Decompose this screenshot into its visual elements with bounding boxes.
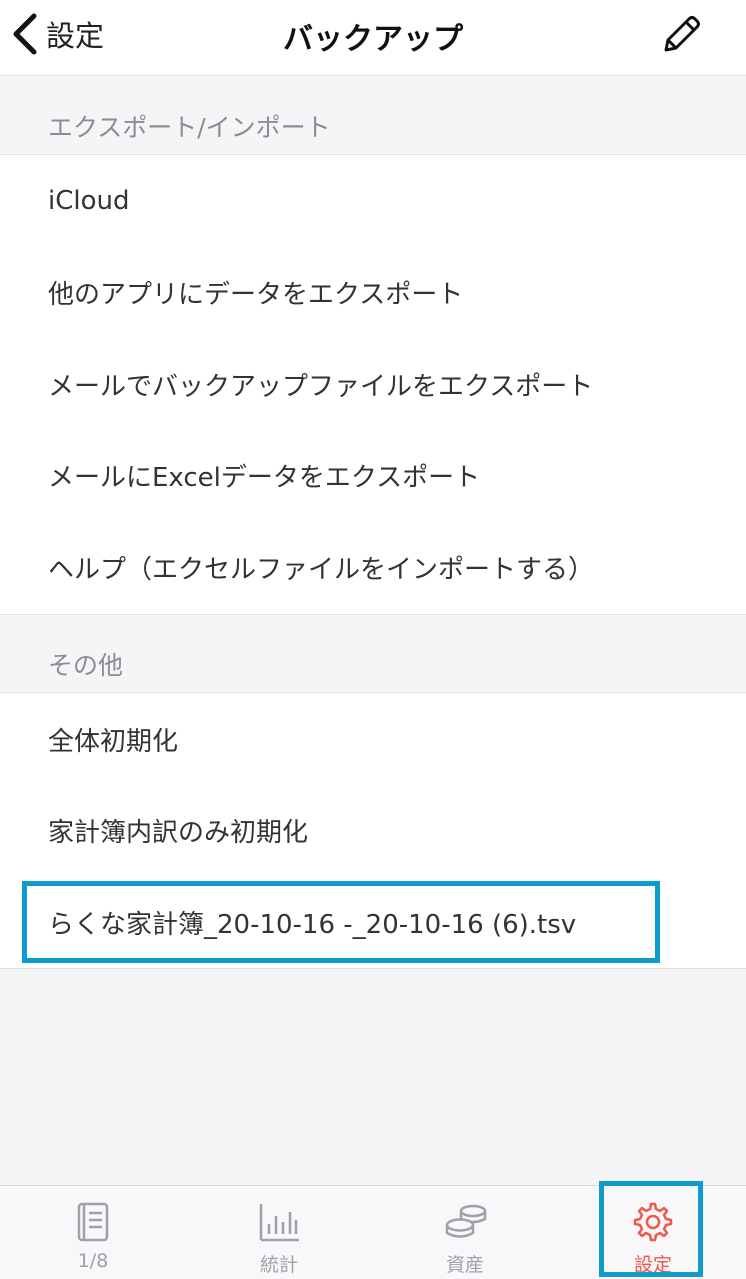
pencil-icon: [664, 16, 700, 52]
row-tsv-file[interactable]: らくな家計簿_20-10-16 -_20-10-16 (6).tsv: [0, 877, 746, 969]
coins-icon: [445, 1204, 487, 1238]
row-reset-breakdown[interactable]: 家計簿内訳のみ初期化: [0, 785, 746, 877]
tab-statistics[interactable]: 統計: [186, 1186, 372, 1279]
page-title: バックアップ: [283, 22, 463, 57]
section-header-other: その他: [48, 651, 124, 680]
tab-assets[interactable]: 資産: [372, 1186, 558, 1279]
book-icon: [77, 1202, 109, 1242]
row-icloud[interactable]: iCloud: [0, 155, 746, 247]
other-group: 全体初期化 家計簿内訳のみ初期化 らくな家計簿_20-10-16 -_20-10…: [0, 692, 746, 969]
row-email-excel-export[interactable]: メールにExcelデータをエクスポート: [0, 430, 746, 522]
bar-chart-icon: [259, 1204, 299, 1242]
tab-settings[interactable]: 設定: [560, 1186, 746, 1279]
tab-settings-label: 設定: [633, 1254, 672, 1276]
row-email-backup-export[interactable]: メールでバックアップファイルをエクスポート: [0, 339, 746, 431]
tab-assets-label: 資産: [445, 1254, 484, 1276]
tab-statistics-label: 統計: [259, 1254, 298, 1276]
navigation-bar: 設定 バックアップ: [0, 0, 746, 76]
row-export-to-other-apps[interactable]: 他のアプリにデータをエクスポート: [0, 247, 746, 339]
row-help-import-excel[interactable]: ヘルプ（エクセルファイルをインポートする）: [0, 522, 746, 614]
section-header-export-import: エクスポート/インポート: [48, 113, 331, 142]
tab-bar: 1/8 統計 資産 設定: [0, 1185, 746, 1279]
export-import-group: iCloud 他のアプリにデータをエクスポート メールでバックアップファイルをエ…: [0, 154, 746, 615]
gear-icon: [633, 1202, 673, 1242]
tab-book-label: 1/8: [77, 1250, 109, 1272]
edit-button[interactable]: [658, 12, 704, 58]
app-window: 設定 バックアップ エクスポート/インポート iCloud 他のアプリにデータを…: [0, 0, 746, 1279]
row-reset-all[interactable]: 全体初期化: [0, 693, 746, 785]
tab-book[interactable]: 1/8: [0, 1186, 186, 1279]
